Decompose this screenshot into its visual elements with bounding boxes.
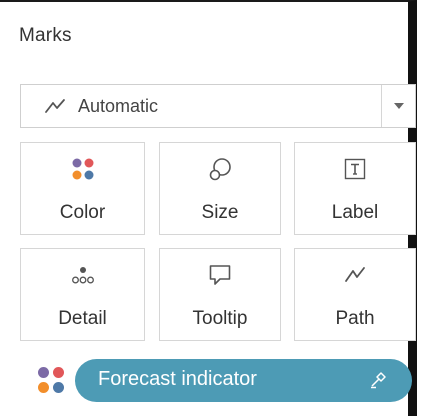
line-chart-icon — [45, 99, 65, 113]
mark-type-label: Automatic — [78, 96, 159, 116]
color-button[interactable]: Color — [20, 142, 145, 235]
label-button[interactable]: Label — [294, 142, 416, 235]
detail-button[interactable]: Detail — [20, 248, 145, 341]
pill-label: Forecast indicator — [98, 368, 257, 390]
dropdown-divider — [381, 85, 382, 127]
tooltip-button[interactable]: Tooltip — [159, 248, 281, 341]
panel-title: Marks — [19, 25, 72, 46]
label-label: Label — [331, 202, 379, 223]
marks-card-panel: Marks Automatic Color Size Label Detail … — [0, 0, 417, 416]
color-dots-icon — [38, 367, 64, 393]
forecast-indicator-pill[interactable]: Forecast indicator — [75, 359, 412, 402]
tooltip-label: Tooltip — [192, 308, 248, 329]
detail-dots-icon — [71, 267, 94, 284]
color-label: Color — [59, 202, 106, 223]
path-button[interactable]: Path — [294, 248, 416, 341]
text-label-icon — [344, 158, 366, 180]
chevron-down-icon[interactable] — [394, 103, 404, 109]
highlight-icon[interactable] — [369, 372, 386, 389]
color-dots-icon — [72, 158, 93, 180]
tooltip-bubble-icon — [209, 265, 231, 285]
size-label: Size — [201, 202, 239, 223]
path-label: Path — [335, 308, 375, 329]
mark-type-dropdown[interactable]: Automatic — [20, 84, 416, 128]
size-circles-icon — [209, 158, 231, 181]
path-line-icon — [345, 267, 365, 282]
detail-label: Detail — [58, 308, 107, 329]
size-button[interactable]: Size — [159, 142, 281, 235]
